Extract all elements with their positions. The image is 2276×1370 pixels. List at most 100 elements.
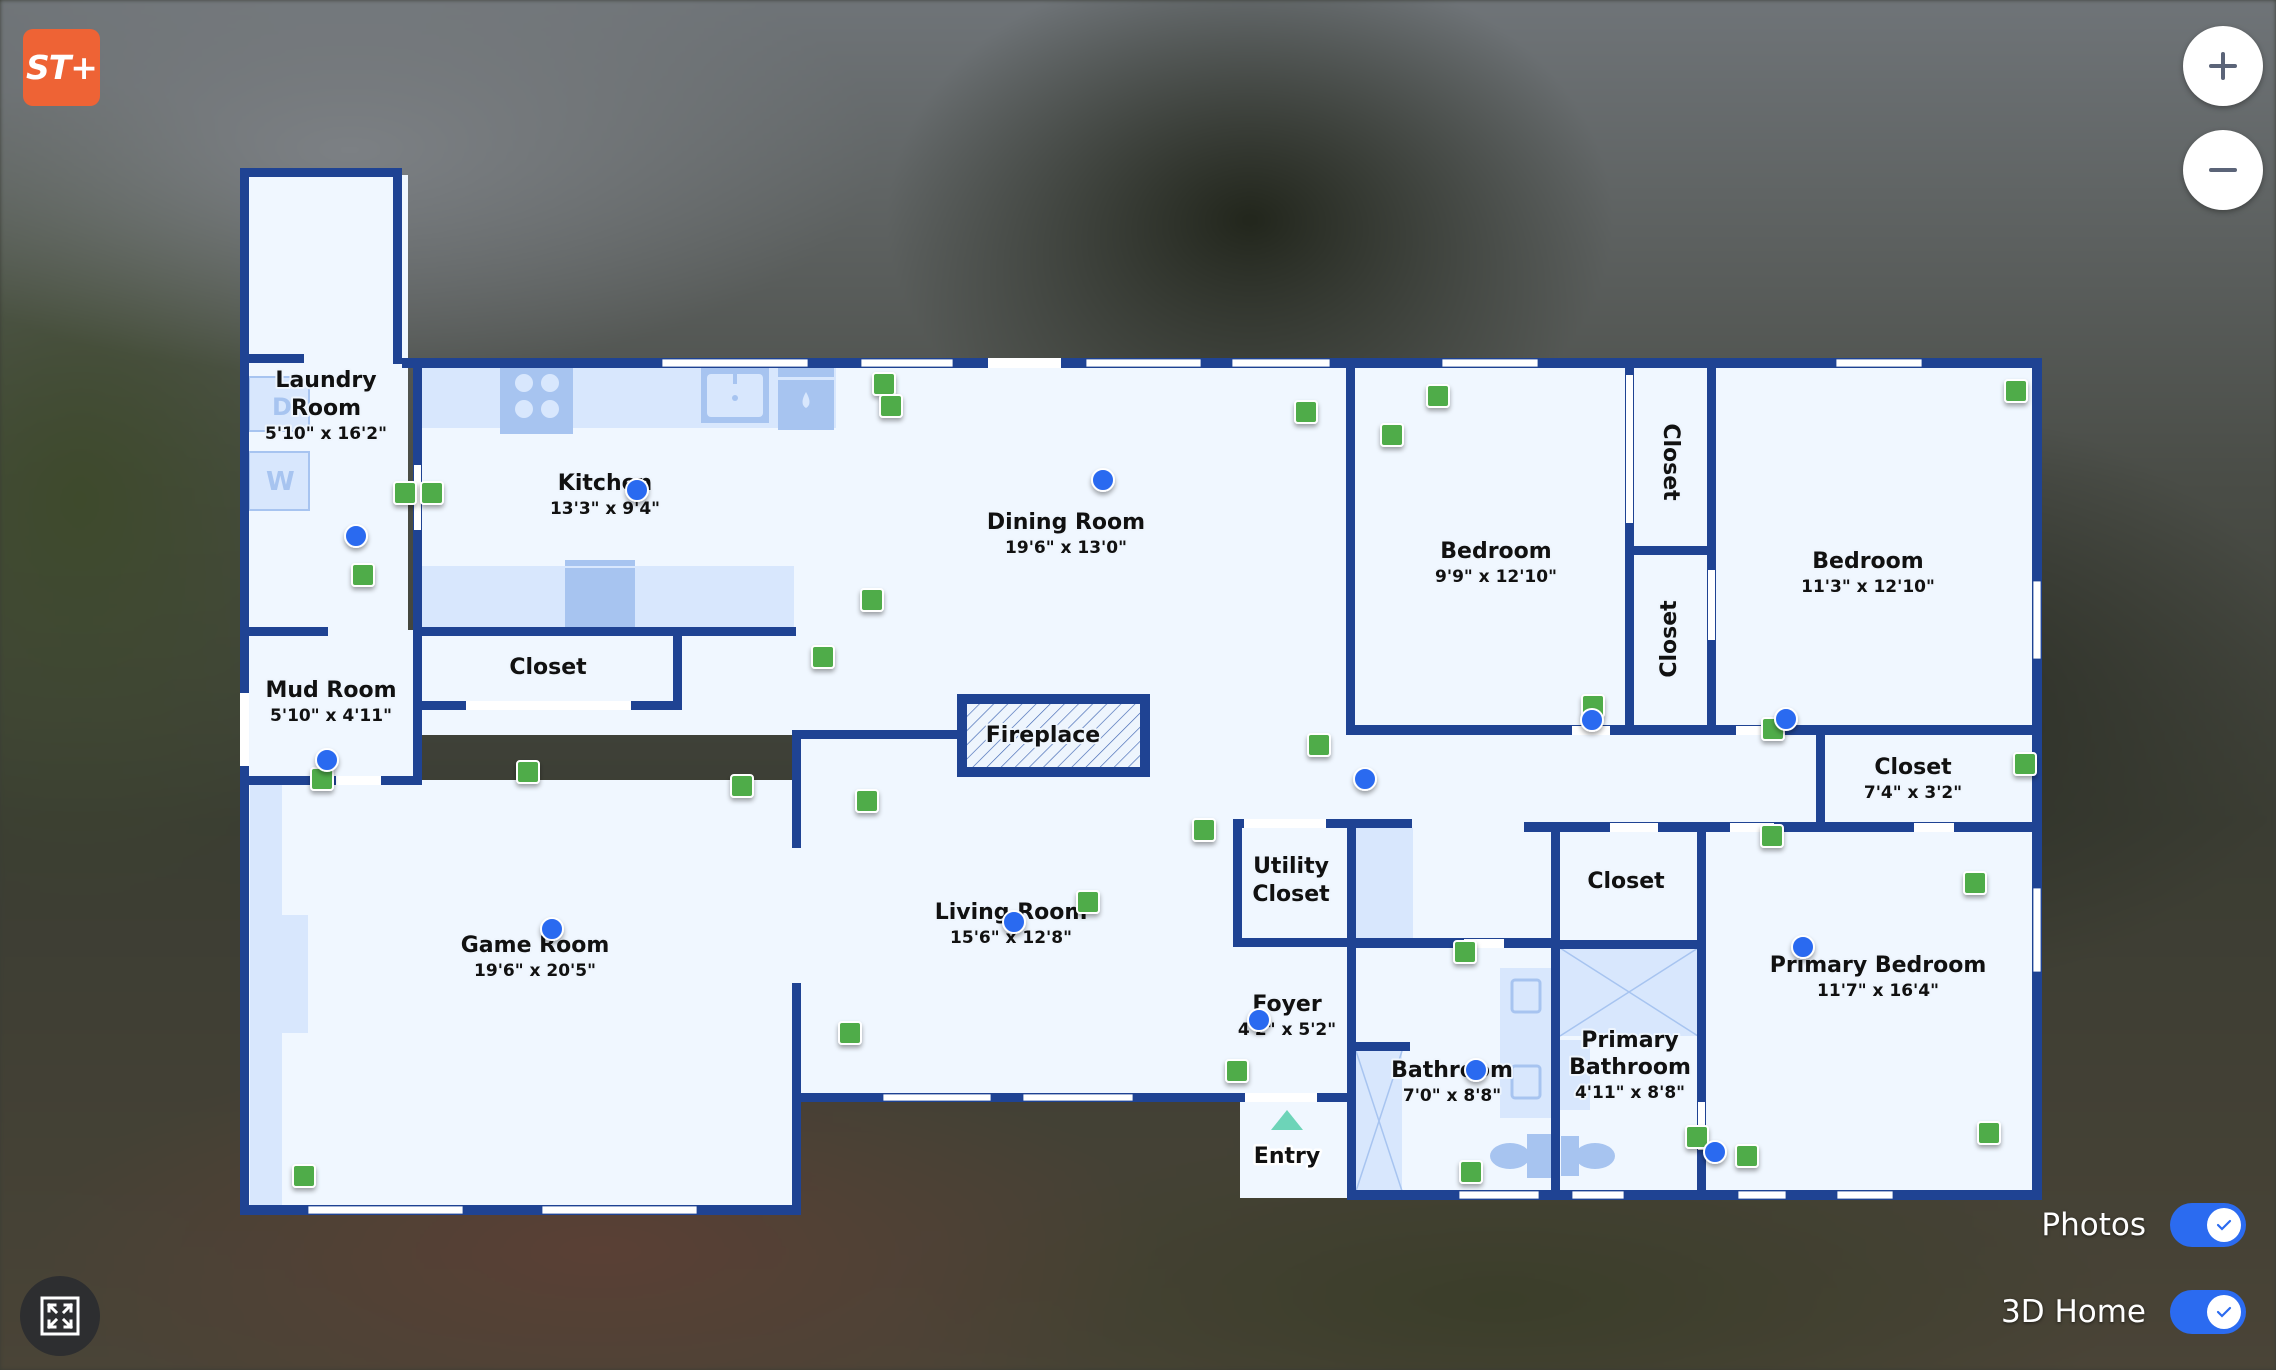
- photo-marker[interactable]: [1685, 1125, 1709, 1149]
- minus-icon: [2209, 168, 2237, 172]
- photo-marker[interactable]: [1380, 423, 1404, 447]
- photo-marker[interactable]: [1192, 818, 1216, 842]
- photo-marker[interactable]: [1760, 824, 1784, 848]
- 3d-home-toggle-row: 3D Home: [2001, 1290, 2246, 1334]
- photo-marker[interactable]: [1963, 871, 1987, 895]
- photos-toggle[interactable]: [2170, 1203, 2246, 1247]
- 3d-view-marker[interactable]: [1703, 1140, 1727, 1164]
- room-dims: 19'6" x 20'5": [474, 961, 596, 981]
- floors: [248, 175, 2036, 1210]
- room-name-line2: Room: [291, 396, 361, 421]
- room-dims: 7'0" x 8'8": [1403, 1086, 1501, 1106]
- zoom-out-button[interactable]: [2183, 130, 2263, 210]
- room-bathroom: Bathroom 7'0" x 8'8": [1389, 1056, 1515, 1108]
- room-closet-kitchen: Closet: [507, 653, 589, 682]
- photos-toggle-row: Photos: [2041, 1203, 2246, 1247]
- room-dims: 5'10" x 16'2": [265, 424, 387, 444]
- photo-marker[interactable]: [1426, 384, 1450, 408]
- room-name: Closet: [1658, 423, 1683, 501]
- photo-marker[interactable]: [2013, 752, 2037, 776]
- photo-marker[interactable]: [1076, 890, 1100, 914]
- photo-marker[interactable]: [838, 1021, 862, 1045]
- room-name: Utility: [1253, 854, 1329, 879]
- check-icon: [2207, 1295, 2241, 1329]
- room-dims: 11'7" x 16'4": [1817, 981, 1939, 1001]
- room-name: Closet: [1657, 600, 1682, 678]
- photo-marker[interactable]: [351, 563, 375, 587]
- fireplace-label: Fireplace: [986, 723, 1100, 748]
- room-name: Game Room: [461, 933, 610, 958]
- photo-marker[interactable]: [1735, 1144, 1759, 1168]
- photo-marker[interactable]: [872, 372, 896, 396]
- room-name-line2: Closet: [1252, 882, 1330, 907]
- 3d-home-toggle-label: 3D Home: [2001, 1294, 2146, 1330]
- room-name: Bedroom: [1812, 549, 1923, 574]
- room-name: Mud Room: [265, 678, 396, 703]
- room-name: Bedroom: [1440, 539, 1551, 564]
- photo-marker[interactable]: [1453, 940, 1477, 964]
- floor-plan[interactable]: D W Fireplace Entry Laundry Room 5'10" x…: [0, 0, 2276, 1370]
- 3d-view-marker[interactable]: [540, 917, 564, 941]
- room-name: Laundry: [275, 368, 376, 393]
- room-name: Closet: [1587, 869, 1665, 894]
- room-name: Dining Room: [987, 510, 1145, 535]
- photo-marker[interactable]: [860, 588, 884, 612]
- room-primary-bathroom: Primary Bathroom 4'11" x 8'8": [1567, 1026, 1693, 1105]
- photo-marker[interactable]: [292, 1164, 316, 1188]
- room-dims: 9'9" x 12'10": [1435, 567, 1557, 587]
- photo-marker[interactable]: [516, 760, 540, 784]
- photo-marker[interactable]: [1977, 1121, 2001, 1145]
- photo-marker[interactable]: [1307, 733, 1331, 757]
- room-dims: 13'3" x 9'4": [550, 499, 660, 519]
- room-dims: 4'11" x 8'8": [1575, 1083, 1685, 1103]
- 3d-view-marker[interactable]: [315, 748, 339, 772]
- photo-marker[interactable]: [1225, 1059, 1249, 1083]
- room-dims: 7'4" x 3'2": [1864, 783, 1962, 803]
- room-name-line2: Bathroom: [1569, 1055, 1691, 1080]
- photos-toggle-label: Photos: [2041, 1207, 2146, 1243]
- expand-icon: [40, 1296, 80, 1336]
- zoom-in-button[interactable]: [2183, 26, 2263, 106]
- room-bedroom-2: Bedroom 11'3" x 12'10": [1799, 547, 1937, 599]
- room-closet-lower: Closet: [1655, 598, 1684, 680]
- check-icon: [2207, 1208, 2241, 1242]
- 3d-view-marker[interactable]: [1464, 1058, 1488, 1082]
- room-dims: 5'10" x 4'11": [270, 706, 392, 726]
- app-logo[interactable]: ST+: [23, 29, 100, 106]
- dryer-label: D: [272, 393, 292, 421]
- room-name: Bathroom: [1391, 1058, 1513, 1083]
- fullscreen-button[interactable]: [20, 1276, 100, 1356]
- photo-marker[interactable]: [879, 394, 903, 418]
- room-closet-hall: Closet 7'4" x 3'2": [1862, 753, 1964, 805]
- kitchen-counter: [422, 368, 836, 428]
- photo-marker[interactable]: [811, 645, 835, 669]
- room-closet-upper: Closet: [1656, 421, 1685, 503]
- entry-label: Entry: [1254, 1144, 1320, 1169]
- 3d-view-marker[interactable]: [1002, 910, 1026, 934]
- photo-marker[interactable]: [855, 789, 879, 813]
- 3d-view-marker[interactable]: [1091, 468, 1115, 492]
- 3d-view-marker[interactable]: [1580, 708, 1604, 732]
- photo-marker[interactable]: [1294, 400, 1318, 424]
- photo-marker[interactable]: [420, 481, 444, 505]
- 3d-view-marker[interactable]: [1353, 767, 1377, 791]
- room-game-room: Game Room 19'6" x 20'5": [459, 931, 612, 983]
- 3d-view-marker[interactable]: [344, 524, 368, 548]
- 3d-view-marker[interactable]: [1774, 707, 1798, 731]
- room-dining-room: Dining Room 19'6" x 13'0": [985, 508, 1147, 560]
- photo-marker[interactable]: [2004, 379, 2028, 403]
- photo-marker[interactable]: [730, 774, 754, 798]
- room-name: Closet: [1874, 755, 1952, 780]
- stove-icon: [500, 368, 573, 434]
- room-bedroom-1: Bedroom 9'9" x 12'10": [1433, 537, 1559, 589]
- 3d-view-marker[interactable]: [1247, 1008, 1271, 1032]
- photo-marker[interactable]: [1459, 1160, 1483, 1184]
- room-name: Closet: [509, 655, 587, 680]
- room-dims: 11'3" x 12'10": [1801, 577, 1935, 597]
- washer-label: W: [266, 467, 295, 497]
- photo-marker[interactable]: [393, 481, 417, 505]
- plus-icon: [2209, 52, 2237, 80]
- 3d-home-toggle[interactable]: [2170, 1290, 2246, 1334]
- 3d-view-marker[interactable]: [625, 478, 649, 502]
- 3d-view-marker[interactable]: [1791, 935, 1815, 959]
